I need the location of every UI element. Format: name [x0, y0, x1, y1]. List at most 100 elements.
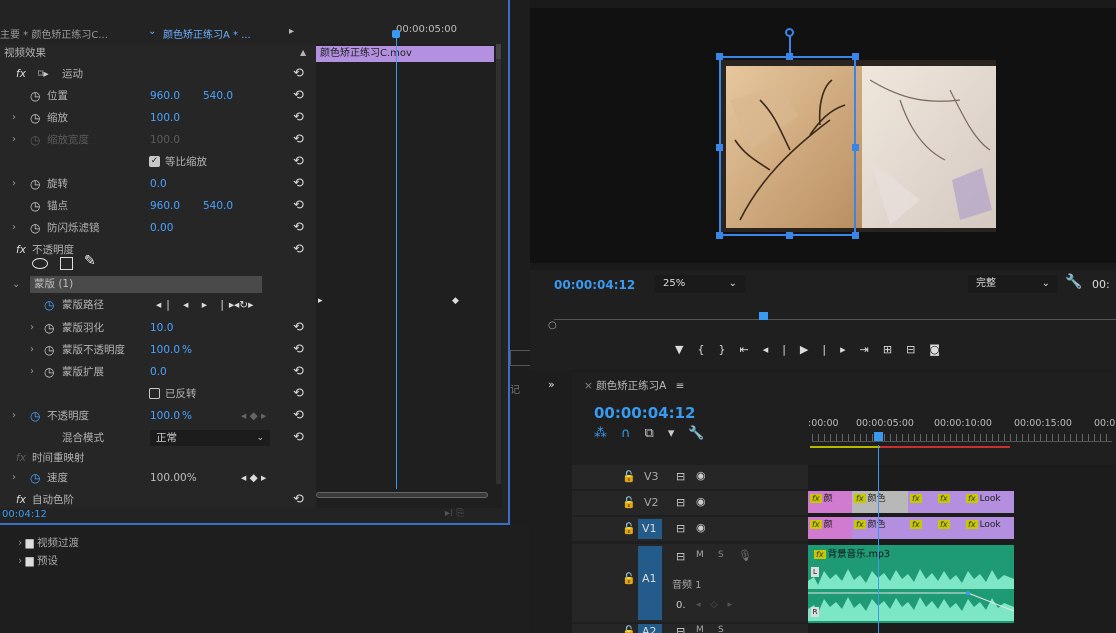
reset-icon[interactable]: ⟲: [293, 107, 304, 129]
eye-icon[interactable]: ◉: [696, 469, 706, 482]
video-clip-v2[interactable]: fx 颜: [808, 491, 852, 513]
mute-button[interactable]: M: [696, 550, 704, 560]
video-clip-v2[interactable]: fx: [908, 491, 936, 513]
wrench-icon[interactable]: 🔧: [1065, 274, 1082, 290]
reset-icon[interactable]: ⟲: [293, 63, 304, 85]
reset-icon[interactable]: ⟲: [293, 217, 304, 239]
scroll-handle-icon[interactable]: ○: [548, 320, 557, 331]
insert-icon[interactable]: ⊞: [883, 343, 906, 356]
lock-icon[interactable]: 🔓: [622, 470, 636, 483]
collapse-up-icon[interactable]: ▲: [300, 44, 306, 62]
stopwatch-icon[interactable]: ◷: [30, 107, 40, 129]
sync-lock-icon[interactable]: ⊟: [676, 470, 685, 483]
opacity-value[interactable]: 100.0: [150, 405, 180, 427]
nest-icon[interactable]: ⁂: [594, 426, 621, 441]
expand-chevron-icon[interactable]: ›: [12, 405, 16, 427]
play-icon[interactable]: ▶: [800, 343, 822, 356]
track-label[interactable]: A2: [638, 624, 662, 633]
track-label[interactable]: A1: [638, 546, 662, 620]
reset-icon[interactable]: ⟲: [293, 129, 304, 151]
stopwatch-icon[interactable]: ◷: [30, 467, 40, 489]
pen-mask-icon[interactable]: ✎: [84, 250, 96, 272]
overwrite-icon[interactable]: ⊟: [906, 343, 929, 356]
stopwatch-icon[interactable]: ◷: [30, 405, 40, 427]
blend-mode-select[interactable]: 正常 ⌄: [150, 430, 270, 446]
mask-label[interactable]: 蒙版 (1): [30, 276, 262, 293]
step-back-icon[interactable]: ◂|: [763, 343, 800, 356]
reset-icon[interactable]: ⟲: [293, 85, 304, 107]
keyframe-nav-icon[interactable]: ◂ ◆ ▸: [241, 467, 266, 489]
sync-lock-icon[interactable]: ⊟: [676, 550, 685, 563]
lock-icon[interactable]: 🔓: [622, 496, 636, 509]
mask-handle[interactable]: [716, 144, 723, 151]
play-only-icon[interactable]: ▸: [289, 26, 294, 42]
uniform-scale-checkbox[interactable]: ✓: [149, 156, 160, 167]
go-to-in-icon[interactable]: ⇤: [739, 343, 762, 356]
vertical-scrollbar[interactable]: [496, 44, 501, 484]
step-forward-icon[interactable]: |▸: [822, 343, 859, 356]
rotation-handle[interactable]: [785, 28, 794, 37]
lock-icon[interactable]: 🔓: [622, 572, 636, 585]
zoom-scrollbar[interactable]: [316, 492, 488, 498]
expand-chevron-icon[interactable]: ›: [30, 361, 34, 383]
tab-sequence-clip[interactable]: 颜色矫正练习A * ...: [163, 26, 251, 42]
video-clip-v1[interactable]: fx Look: [964, 517, 1014, 539]
expand-chevron-icon[interactable]: ›: [30, 339, 34, 361]
eye-icon[interactable]: ◉: [696, 495, 706, 508]
mask-handle[interactable]: [852, 232, 859, 239]
expand-chevron-icon[interactable]: ›: [12, 217, 16, 239]
chevron-down-icon[interactable]: ⌄: [148, 26, 156, 42]
reset-icon[interactable]: ⟲: [293, 427, 304, 449]
anchor-x-value[interactable]: 960.0: [150, 195, 180, 217]
menu-icon[interactable]: ≡: [676, 380, 685, 392]
inverted-checkbox[interactable]: [149, 388, 160, 399]
sync-lock-icon[interactable]: ⊟: [676, 625, 685, 633]
reset-icon[interactable]: ⟲: [293, 317, 304, 339]
track-area[interactable]: fx 颜 fx 颜色 fx fx fx Look fx 颜 fx 颜色 fx fx fx L…: [808, 445, 1116, 633]
snap-magnet-icon[interactable]: ∩: [621, 426, 645, 441]
mask-opacity-value[interactable]: 100.0: [150, 339, 180, 361]
video-clip-v1[interactable]: fx: [908, 517, 936, 539]
position-y-value[interactable]: 540.0: [203, 85, 233, 107]
timeline-ruler[interactable]: :00:00 00:00:05:00 00:00:10:00 00:00:15:…: [808, 412, 1116, 450]
quality-select[interactable]: 完整 ⌄: [968, 275, 1058, 293]
mask-handle[interactable]: [786, 232, 793, 239]
program-scrub-bar[interactable]: [554, 312, 1116, 326]
stopwatch-icon[interactable]: ◷: [44, 339, 54, 361]
add-marker-icon[interactable]: ▾: [668, 426, 689, 441]
stopwatch-icon[interactable]: ◷: [30, 195, 40, 217]
expand-chevron-icon[interactable]: ›: [12, 467, 16, 489]
expand-chevron-icon[interactable]: ›: [18, 537, 26, 549]
timeline-tab[interactable]: × 颜色矫正练习A ≡: [584, 378, 684, 393]
track-mask-icon[interactable]: ◂↻▸: [234, 294, 253, 316]
stopwatch-icon[interactable]: ◷: [30, 217, 40, 239]
reset-icon[interactable]: ⟲: [293, 361, 304, 383]
mute-button[interactable]: M: [696, 625, 704, 633]
close-icon[interactable]: ×: [584, 380, 596, 392]
microphone-icon[interactable]: 🎙: [738, 549, 752, 562]
stopwatch-icon[interactable]: ◷: [44, 294, 54, 316]
program-canvas[interactable]: [530, 8, 1116, 263]
clip-bar[interactable]: 颜色矫正练习C.mov: [316, 46, 494, 62]
mark-out-icon[interactable]: }: [718, 343, 739, 356]
add-marker-icon[interactable]: ▼: [675, 343, 697, 356]
keyframe-nav-icon[interactable]: ◂ ◆ ▸: [241, 405, 266, 427]
reset-icon[interactable]: ⟲: [293, 151, 304, 173]
effect-timeline-ruler[interactable]: 00:00:05:00: [316, 18, 502, 44]
keyframe-nav-icon[interactable]: ◂◇▸: [696, 600, 742, 610]
list-item-presets[interactable]: › ▆ 预设: [18, 553, 58, 568]
mask-handle[interactable]: [852, 53, 859, 60]
collapse-chevron-icon[interactable]: ⌄: [12, 275, 20, 294]
tab-master-clip[interactable]: 主要 * 颜色矫正练习C...: [0, 26, 108, 42]
video-clip-v1[interactable]: fx: [936, 517, 964, 539]
mask-expansion-value[interactable]: 0.0: [150, 361, 167, 383]
rectangle-mask-icon[interactable]: [60, 257, 73, 270]
stopwatch-icon[interactable]: ◷: [44, 317, 54, 339]
mask-handle[interactable]: [852, 144, 859, 151]
scale-value[interactable]: 100.0: [150, 107, 180, 129]
go-to-out-icon[interactable]: ⇥: [860, 343, 883, 356]
video-clip-v1[interactable]: fx 颜色: [852, 517, 908, 539]
timeline-timecode[interactable]: 00:00:04:12: [594, 404, 696, 422]
current-time-display[interactable]: 00:04:12: [2, 509, 47, 520]
mask-track-controls[interactable]: ◂| ◂ ▸ |▸: [156, 294, 239, 316]
